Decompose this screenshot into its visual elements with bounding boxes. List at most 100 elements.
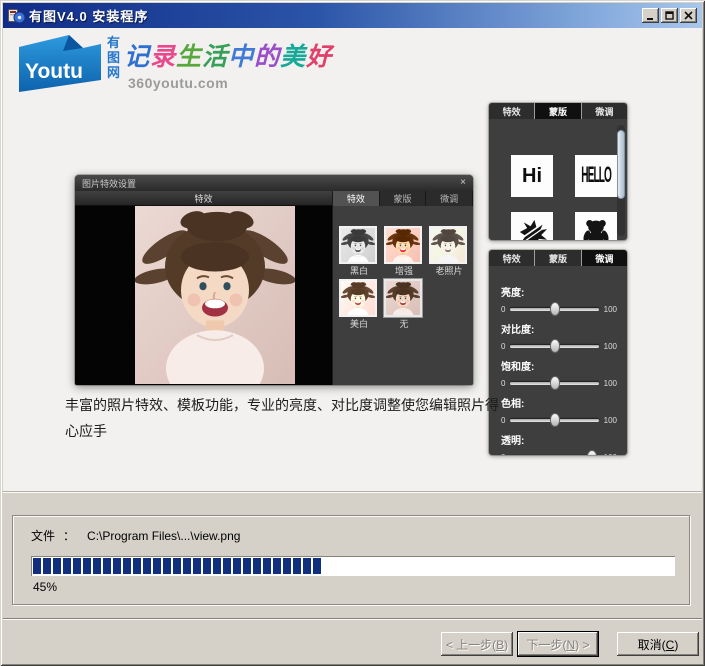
effect-thumb-image: [429, 226, 467, 264]
footer-area: 文件 ： C:\Program Files\...\view.png 45% < 上…: [3, 491, 702, 663]
footer-separator: [3, 618, 702, 620]
slogan-char: 的: [254, 42, 280, 71]
preview-photo-canvas: [75, 206, 332, 385]
installer-window: 有图V4.0 安装程序 Youtu 有图网 记录生活中的美好 360youtu: [0, 0, 705, 666]
minimize-icon: [646, 11, 655, 20]
slogan-char: 生: [176, 42, 202, 71]
slider-min: 0: [501, 379, 505, 388]
maximize-icon: [665, 11, 674, 20]
slider-track: [510, 308, 598, 311]
splash-mask-icon: [511, 212, 553, 240]
tab-微调: 微调: [582, 103, 627, 119]
brand-block: Youtu 有图网 记录生活中的美好 360youtu.com: [17, 33, 332, 99]
slider-min: 0: [501, 453, 505, 456]
maximize-button[interactable]: [661, 8, 678, 23]
svg-text:Youtu: Youtu: [25, 60, 83, 83]
slider-track: [510, 345, 598, 348]
slider-max: 100: [604, 305, 617, 314]
bear-mask-icon: [575, 212, 617, 240]
scrollbar-thumb: [617, 130, 625, 199]
slider-label: 饱和度:: [501, 358, 617, 373]
file-label: 文件: [31, 529, 55, 543]
tab-特效: 特效: [333, 191, 380, 206]
slider-max: 100: [604, 342, 617, 351]
youtu-logo: Youtu: [17, 33, 103, 95]
slider-max: 100: [604, 379, 617, 388]
mask-panel-tabs: 特效蒙版微调: [489, 103, 627, 119]
minimize-button[interactable]: [642, 8, 659, 23]
slider-thumb: [550, 413, 560, 427]
effect-thumb-label: 黑白: [339, 266, 379, 276]
back-button[interactable]: < 上一步(B): [441, 632, 513, 656]
effect-thumb-image: [384, 226, 422, 264]
effect-thumb-image: [339, 226, 377, 264]
tab-蒙版: 蒙版: [535, 250, 580, 266]
slider-min: 0: [501, 305, 505, 314]
app-screenshot-preview: 图片特效设置 × 特效 特效蒙版微调 黑白增强老照片美白无: [75, 175, 473, 385]
progress-bar: [31, 556, 675, 576]
effect-thumb: 无: [384, 279, 424, 329]
file-path: C:\Program Files\...\view.png: [87, 529, 240, 543]
effect-thumb: 黑白: [339, 226, 379, 276]
effect-thumb-label: 增强: [384, 266, 424, 276]
slider-label: 色相:: [501, 395, 617, 410]
window-title: 有图V4.0 安装程序: [29, 6, 148, 25]
progress-percent: 45%: [33, 580, 57, 594]
effect-thumb-image: [384, 279, 422, 317]
adjust-panel: 特效蒙版微调 亮度: 0 100 对比度: 0 100 饱和度: 0 100 色相:0100 透明:…: [489, 250, 627, 455]
close-button[interactable]: [680, 8, 697, 23]
mask-text: HELLO: [581, 164, 611, 188]
preview-window-titlebar: 图片特效设置 ×: [75, 175, 473, 191]
brand-domain: 360youtu.com: [128, 75, 332, 91]
brand-vertical-char: 网: [107, 65, 120, 80]
girl-photo: [135, 206, 295, 384]
effect-thumb: 老照片: [429, 226, 469, 276]
mask-text: Hi: [522, 165, 542, 188]
slogan-char: 好: [306, 42, 332, 71]
slider-row: 色相:0100: [501, 395, 617, 427]
slogan-char: 美: [280, 42, 306, 71]
cancel-button[interactable]: 取消(C): [617, 632, 699, 656]
mask-panel: 特效蒙版微调 Hi HELLO: [489, 103, 627, 240]
file-line: 文件 ： C:\Program Files\...\view.png: [31, 527, 240, 544]
effect-thumb-label: 老照片: [429, 266, 469, 276]
tab-微调: 微调: [582, 250, 627, 266]
slider-label: 透明:: [501, 432, 617, 447]
brand-slogan: 记录生活中的美好: [124, 37, 332, 73]
slogan-char: 活: [202, 42, 228, 71]
slider-label: 对比度:: [501, 321, 617, 336]
tab-特效: 特效: [489, 103, 534, 119]
preview-toolbar-title: 特效: [75, 191, 332, 206]
slider-thumb: [550, 376, 560, 390]
slider-track: [510, 382, 598, 385]
preview-window-title: 图片特效设置: [82, 177, 136, 190]
file-colon: ：: [63, 529, 75, 543]
brand-vertical-char: 图: [107, 50, 120, 65]
mask-panel-scrollbar: [617, 125, 625, 236]
slider-track: [510, 419, 598, 422]
mask-tile: HELLO: [575, 155, 617, 197]
brand-vertical-name: 有图网: [107, 35, 120, 80]
slider-thumb: [550, 339, 560, 353]
slider-row: 饱和度: 0 100: [501, 358, 617, 390]
adjust-panel-tabs: 特效蒙版微调: [489, 250, 627, 266]
slider-min: 0: [501, 342, 505, 351]
tab-微调: 微调: [426, 191, 473, 206]
preview-effect-tabs: 特效蒙版微调: [333, 191, 473, 206]
tab-蒙版: 蒙版: [535, 103, 580, 119]
progress-bar-fill: [33, 558, 321, 574]
tab-蒙版: 蒙版: [380, 191, 427, 206]
close-icon: [684, 11, 693, 20]
preview-close-icon: ×: [460, 178, 466, 188]
slider-row: 对比度: 0 100: [501, 321, 617, 353]
next-button[interactable]: 下一步(N) >: [518, 632, 598, 656]
installer-app-icon: [8, 7, 25, 24]
mask-tile: Hi: [511, 155, 553, 197]
slider-label: 亮度:: [501, 284, 617, 299]
effect-thumb-label: 美白: [339, 319, 379, 329]
feature-description: 丰富的照片特效、模板功能，专业的亮度、对比度调整使您编辑照片得心应手: [65, 392, 503, 444]
brand-vertical-char: 有: [107, 35, 120, 50]
slogan-char: 录: [150, 42, 176, 71]
sliders: 亮度:0100对比度:0100饱和度:0100色相:0100透明:0100: [489, 266, 627, 455]
title-bar: 有图V4.0 安装程序: [3, 3, 702, 28]
